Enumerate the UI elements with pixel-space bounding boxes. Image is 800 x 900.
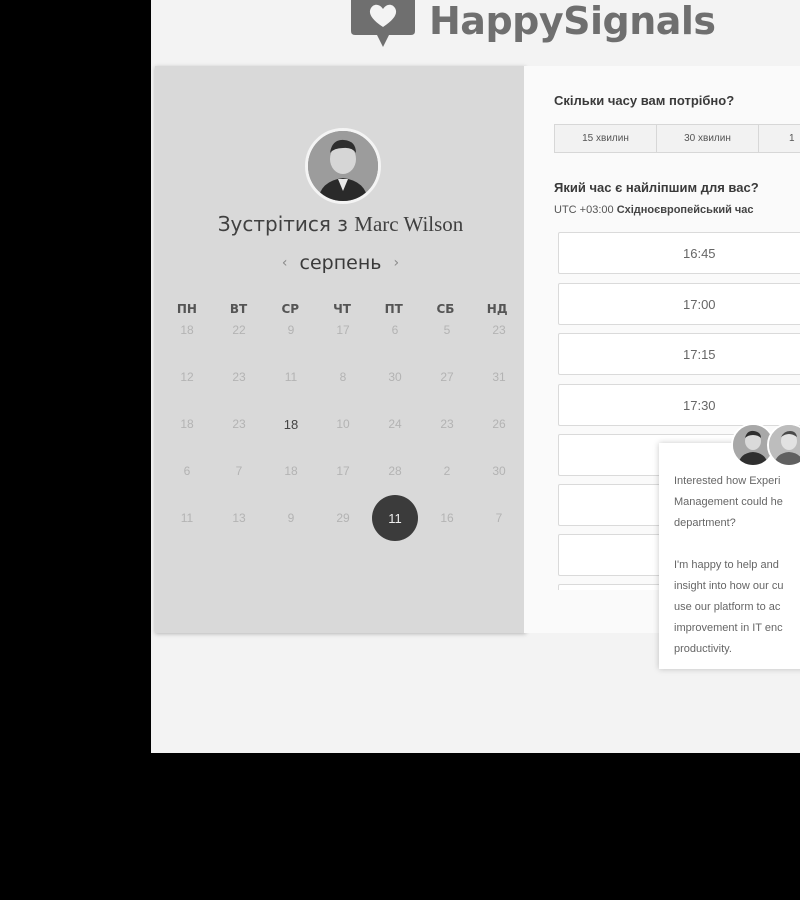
chat-line: Management could he	[674, 496, 783, 508]
chat-line: productivity.	[674, 643, 732, 655]
calendar-day: 31	[492, 370, 506, 384]
calendar-day: 23	[232, 417, 246, 431]
calendar-day: 30	[388, 370, 402, 384]
calendar-day: 2	[443, 464, 451, 478]
chat-line: I'm happy to help and	[674, 559, 779, 571]
calendar-day: 18	[180, 417, 194, 431]
calendar-day: 12	[180, 370, 194, 384]
calendar-day-available[interactable]: 18	[268, 401, 314, 447]
time-question: Який час є найліпшим для вас?	[554, 180, 759, 195]
chat-line: insight into how our cu	[674, 580, 784, 592]
chat-line: Interested how Experi	[674, 475, 781, 487]
calendar-day: 29	[336, 511, 350, 525]
time-slot[interactable]: 17:15	[558, 333, 800, 375]
calendar-day: 8	[339, 370, 347, 384]
time-slot[interactable]: 16:45	[558, 232, 800, 274]
person-avatar-icon	[308, 131, 378, 201]
person-avatar-icon	[767, 423, 800, 467]
calendar-day: 17	[336, 464, 350, 478]
timezone-offset: UTC +03:00	[554, 204, 614, 216]
duration-selector: 15 хвилин 30 хвилин 1	[554, 124, 800, 153]
calendar-day: 22	[232, 323, 246, 337]
month-label: серпень	[299, 252, 382, 274]
calendar-day: 9	[287, 323, 295, 337]
timezone-name: Східноєвропейський час	[616, 204, 754, 216]
calendar-day: 6	[183, 464, 191, 478]
calendar-day: 11	[180, 511, 194, 525]
duration-option-15[interactable]: 15 хвилин	[555, 125, 657, 152]
calendar-day: 17	[336, 323, 350, 337]
calendar-day: 13	[232, 511, 246, 525]
month-navigation: ‹ серпень ›	[155, 252, 526, 274]
chevron-right-icon[interactable]: ›	[393, 255, 399, 271]
time-slot[interactable]: 17:30	[558, 384, 800, 426]
calendar-day: 30	[492, 464, 506, 478]
meeting-title: Зустрітися з Marc Wilson	[155, 212, 526, 237]
calendar-day: 23	[440, 417, 454, 431]
duration-option-30[interactable]: 30 хвилин	[657, 125, 759, 152]
host-name: Marc Wilson	[354, 212, 464, 236]
duration-question: Скільки часу вам потрібно?	[554, 93, 735, 108]
calendar-day-selected[interactable]: 11	[372, 495, 418, 541]
host-avatar	[305, 128, 381, 204]
chat-avatars	[731, 423, 800, 467]
calendar-day: 26	[492, 417, 506, 431]
calendar-day: 10	[336, 417, 350, 431]
calendar-day: 5	[443, 323, 451, 337]
calendar-day: 28	[388, 464, 402, 478]
timezone-label[interactable]: UTC +03:00 Східноєвропейський час	[554, 204, 754, 216]
booking-page: HappySignals Зустрітися з Marc Wilson ‹ …	[151, 0, 800, 753]
calendar-day: 16	[440, 511, 454, 525]
chat-message: Interested how Experi Management could h…	[674, 471, 800, 660]
calendar-day: 7	[235, 464, 243, 478]
chat-line: use our platform to ac	[674, 601, 781, 613]
chat-line: improvement in IT enc	[674, 622, 783, 634]
brand-name: HappySignals	[429, 0, 716, 43]
chat-popup[interactable]: Interested how Experi Management could h…	[659, 423, 800, 669]
calendar-day: 18	[180, 323, 194, 337]
calendar-day: 23	[232, 370, 246, 384]
calendar-day: 9	[287, 511, 295, 525]
calendar-day: 18	[284, 464, 298, 478]
chat-line: department?	[674, 517, 736, 529]
brand-logo: HappySignals	[349, 0, 716, 52]
meeting-title-prefix: Зустрітися з	[217, 212, 348, 236]
time-slot[interactable]: 17:00	[558, 283, 800, 325]
calendar-day: 23	[492, 323, 506, 337]
duration-option-60[interactable]: 1	[759, 125, 800, 152]
calendar-day: 6	[391, 323, 399, 337]
heart-chat-icon	[351, 0, 415, 47]
calendar-day: 27	[440, 370, 454, 384]
chevron-left-icon[interactable]: ‹	[282, 255, 288, 271]
calendar-day: 11	[284, 370, 298, 384]
calendar-day: 24	[388, 417, 402, 431]
host-calendar-panel: Зустрітися з Marc Wilson ‹ серпень › ПН …	[155, 66, 526, 633]
calendar-day: 7	[495, 511, 503, 525]
